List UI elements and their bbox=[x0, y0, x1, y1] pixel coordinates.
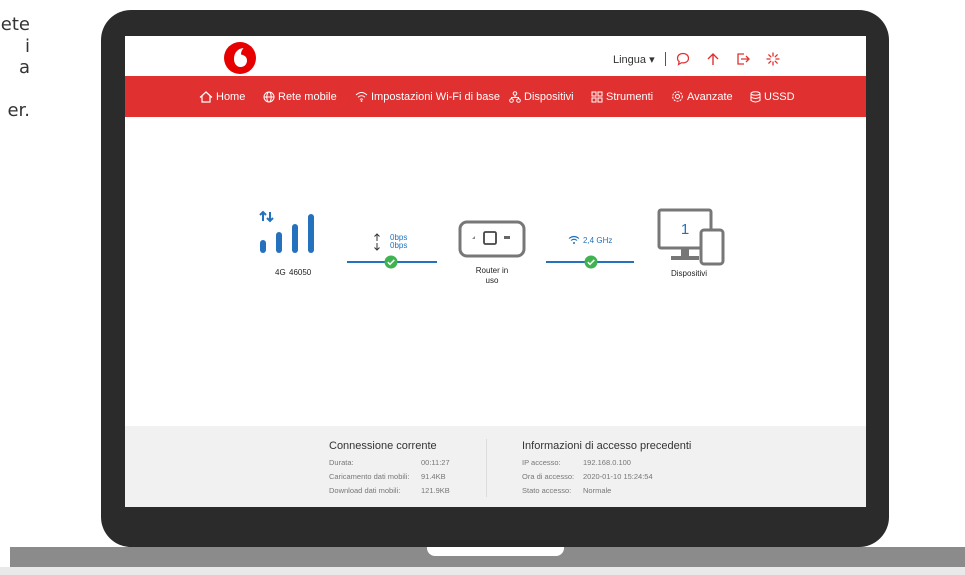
nav-dispositivi[interactable]: Dispositivi bbox=[509, 76, 574, 117]
nav-strumenti-label: Strumenti bbox=[606, 90, 654, 103]
vodafone-logo[interactable] bbox=[223, 41, 257, 75]
previous-access-title: Informazioni di accesso precedenti bbox=[522, 440, 692, 452]
text-line: ete bbox=[0, 14, 30, 35]
divider bbox=[486, 439, 487, 497]
access-time-label: Ora di accesso: bbox=[522, 472, 575, 481]
download-speed: 0bps bbox=[390, 241, 408, 250]
router-web-ui: Lingua ▾ Home Rete mobile Impostazioni W… bbox=[125, 36, 866, 507]
duration-label: Durata: bbox=[329, 458, 354, 467]
current-connection-title: Connessione corrente bbox=[329, 440, 437, 452]
update-arrow-icon[interactable] bbox=[704, 51, 722, 67]
text-line: a bbox=[18, 57, 30, 78]
nav-strumenti[interactable]: Strumenti bbox=[591, 76, 653, 117]
nav-ussd-label: USSD bbox=[764, 90, 795, 103]
duration-value: 00:11:27 bbox=[421, 458, 450, 467]
wifi-band: 2,4 GHz bbox=[583, 236, 613, 245]
nav-dispositivi-label: Dispositivi bbox=[524, 90, 574, 103]
nav-rete-mobile[interactable]: Rete mobile bbox=[263, 76, 337, 117]
devices-label: Dispositivi bbox=[671, 269, 708, 278]
network-type: 4G bbox=[275, 268, 286, 277]
sms-icon[interactable] bbox=[674, 51, 692, 67]
nav-wifi-settings-label: Impostazioni Wi-Fi di base bbox=[371, 90, 500, 103]
mobile-download-value: 121.9KB bbox=[421, 486, 450, 495]
mobile-upload-value: 91.4KB bbox=[421, 472, 446, 481]
laptop-notch bbox=[427, 547, 564, 556]
up-down-arrows-icon bbox=[374, 233, 380, 251]
background-text-fragment: ete i a er. bbox=[0, 14, 30, 122]
access-status-label: Stato accesso: bbox=[522, 486, 572, 495]
network-devices-icon bbox=[509, 90, 521, 103]
mobile-upload-label: Caricamento dati mobili: bbox=[329, 472, 410, 481]
router-icon bbox=[458, 220, 526, 258]
text-line bbox=[0, 79, 30, 101]
nav-home-label: Home bbox=[216, 90, 246, 103]
logout-icon[interactable] bbox=[734, 51, 752, 67]
mobile-download-label: Download dati mobili: bbox=[329, 486, 401, 495]
gear-icon bbox=[672, 91, 683, 102]
nav-wifi-settings[interactable]: Impostazioni Wi-Fi di base bbox=[355, 76, 500, 117]
access-time-value: 2020-01-10 15:24:54 bbox=[583, 472, 653, 481]
connection-info-panel: Connessione corrente Durata: 00:11:27 Ca… bbox=[125, 426, 866, 507]
signal-strength-icon bbox=[259, 210, 314, 253]
database-icon bbox=[750, 90, 761, 102]
language-selector[interactable]: Lingua ▾ bbox=[613, 53, 655, 66]
globe-icon bbox=[263, 91, 275, 102]
divider bbox=[664, 52, 666, 66]
top-utility-bar: Lingua ▾ bbox=[613, 51, 794, 67]
nav-rete-mobile-label: Rete mobile bbox=[278, 90, 337, 103]
nav-avanzate[interactable]: Avanzate bbox=[671, 76, 733, 117]
nav-ussd[interactable]: USSD bbox=[750, 76, 795, 117]
devices-count: 1 bbox=[680, 221, 690, 238]
text-line: er. bbox=[7, 100, 30, 121]
text-line: i bbox=[24, 35, 30, 57]
operator-code: 46050 bbox=[289, 268, 312, 277]
nav-home[interactable]: Home bbox=[199, 76, 245, 117]
access-ip-label: IP accesso: bbox=[522, 458, 561, 467]
router-label: Router in uso bbox=[475, 266, 509, 285]
laptop-shadow bbox=[0, 567, 965, 575]
wifi-band-icon bbox=[568, 235, 580, 244]
wan-ok-check-icon bbox=[384, 255, 398, 269]
connection-status-diagram: 4G 46050 0bps 0bps Router in uso 2,4 GHz bbox=[125, 196, 866, 326]
access-ip-value: 192.168.0.100 bbox=[583, 458, 631, 467]
home-icon bbox=[199, 90, 213, 103]
access-status-value: Normale bbox=[583, 486, 612, 495]
wifi-icon bbox=[355, 92, 368, 102]
main-navigation: Home Rete mobile Impostazioni Wi-Fi di b… bbox=[125, 76, 866, 117]
nav-avanzate-label: Avanzate bbox=[687, 90, 733, 103]
tools-grid-icon bbox=[591, 91, 603, 102]
wifi-ok-check-icon bbox=[584, 255, 598, 269]
loading-spinner-icon bbox=[764, 51, 782, 67]
